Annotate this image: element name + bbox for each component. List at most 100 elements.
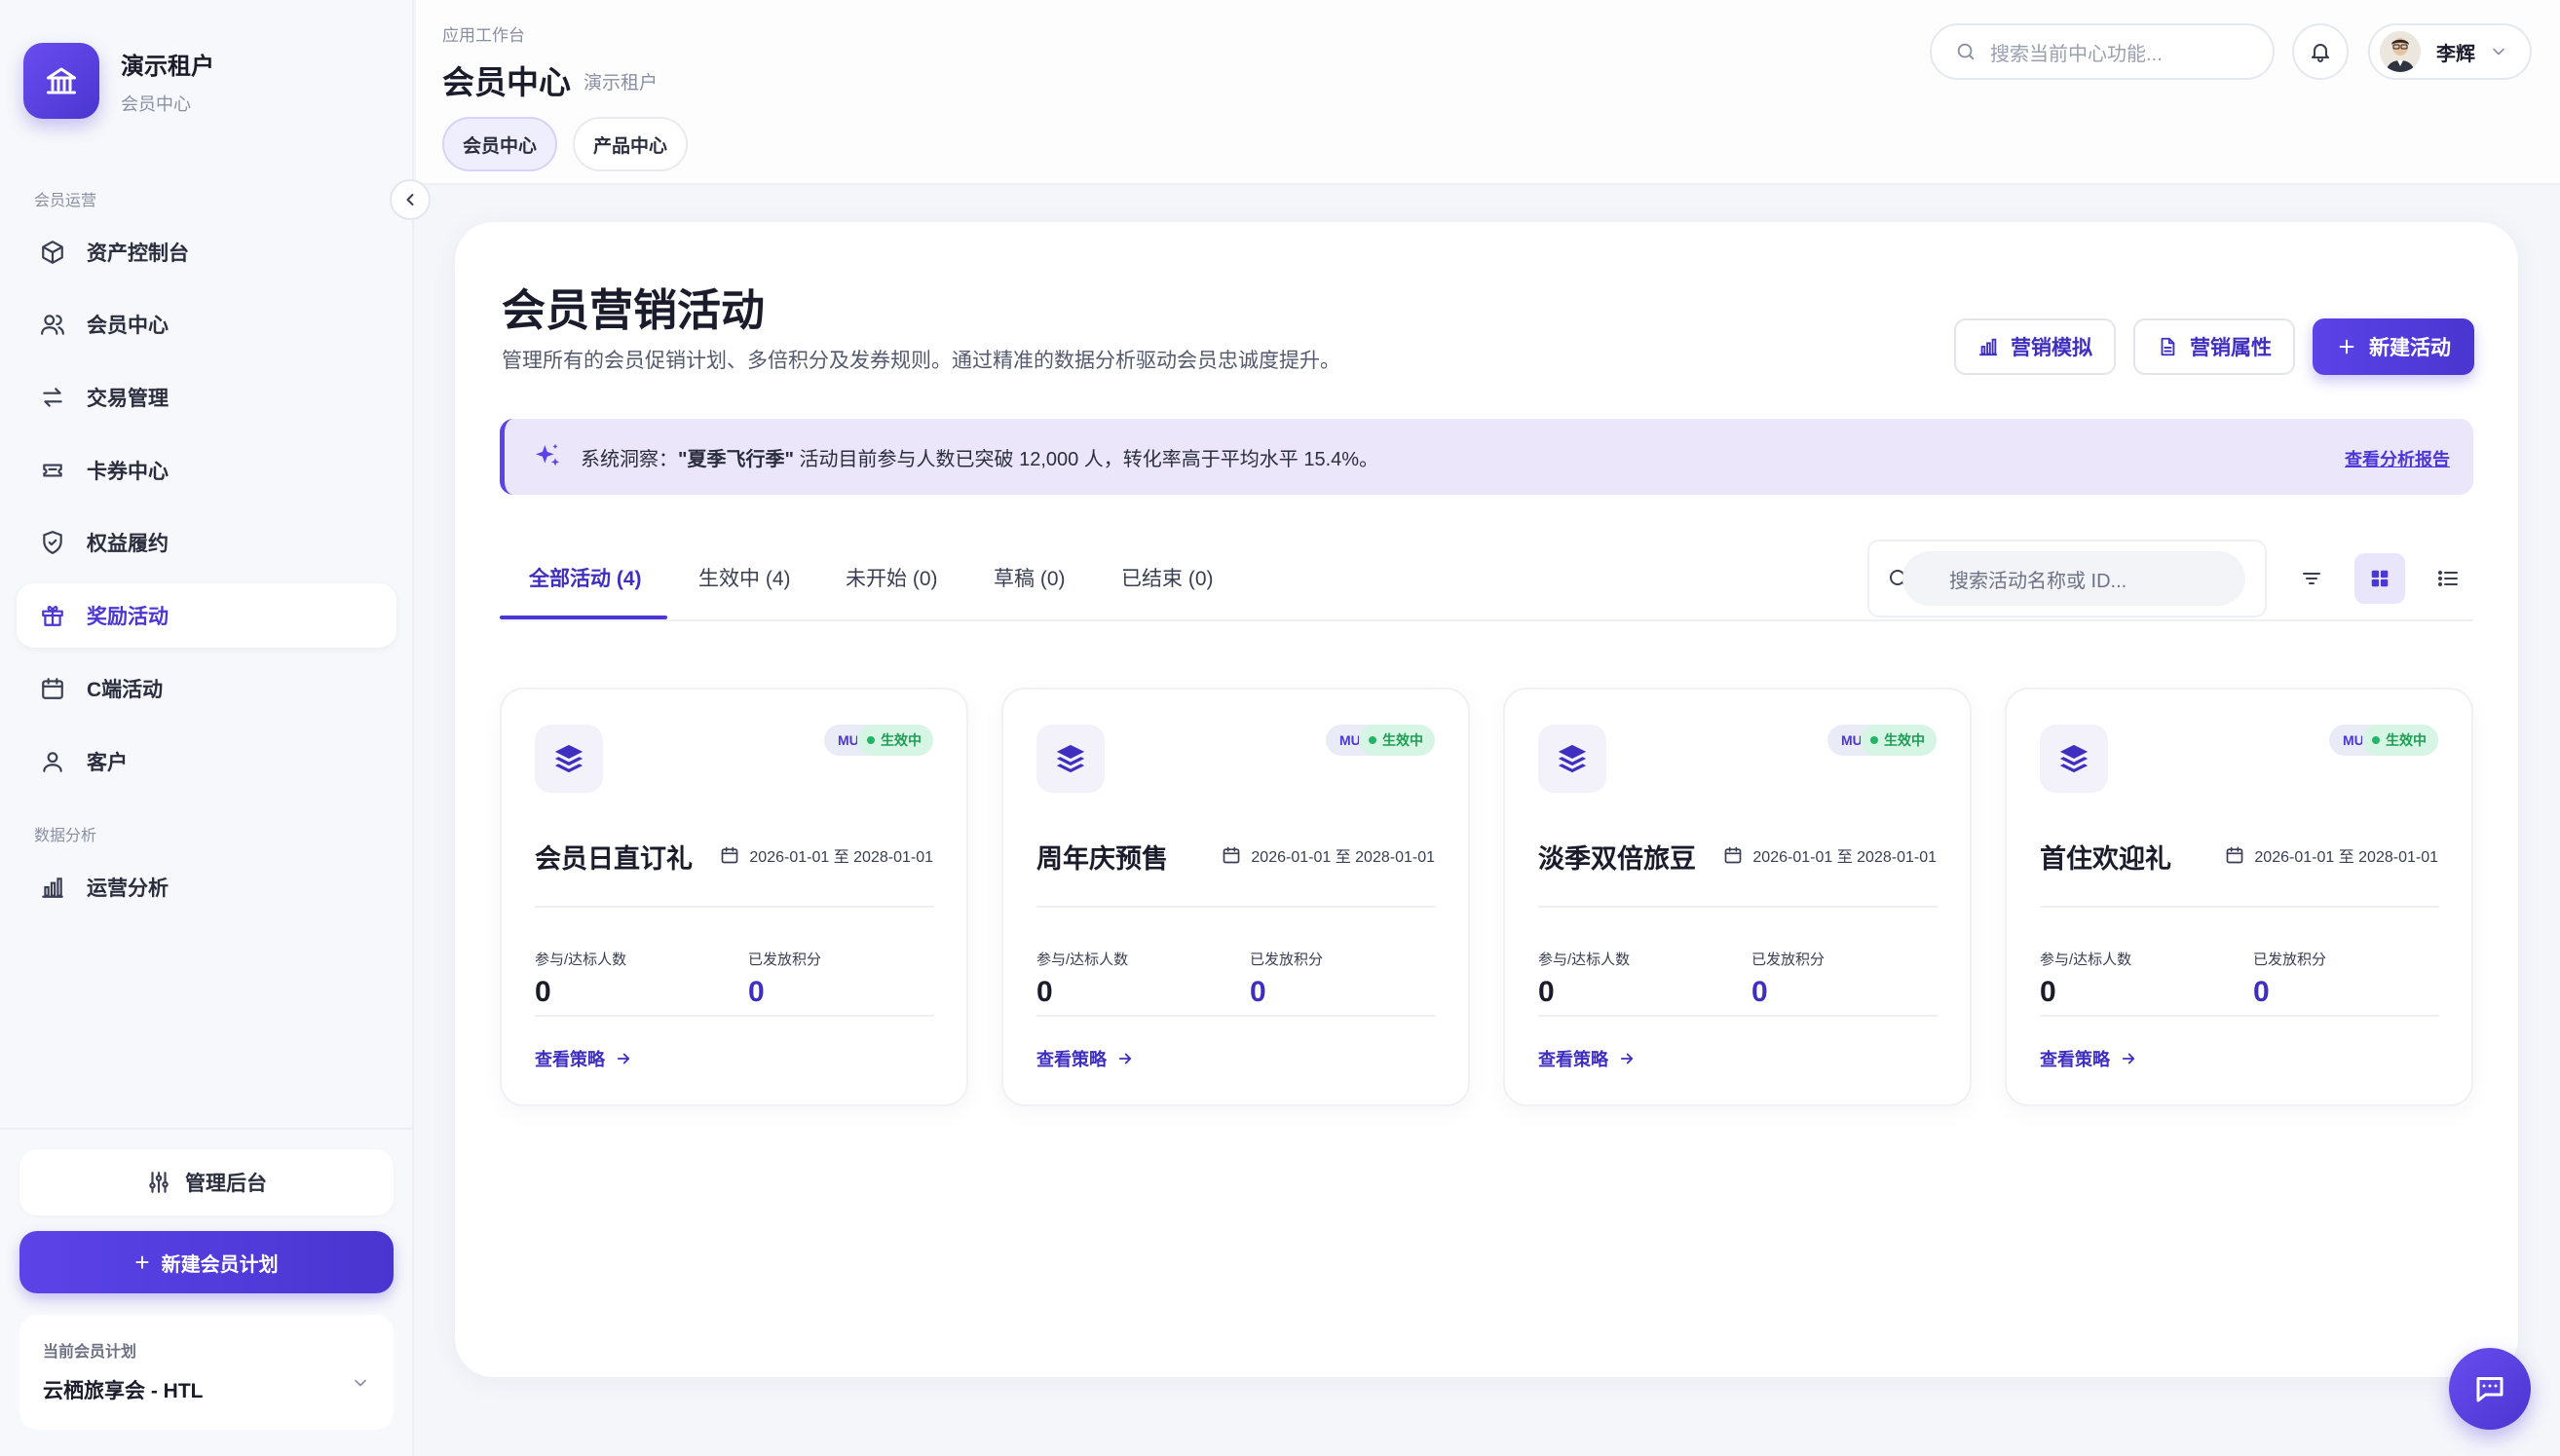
notifications-button[interactable] <box>2292 23 2349 80</box>
participants-value: 0 <box>2040 976 2056 1008</box>
activity-card[interactable]: MULTI 生效中 周年庆预售 2026-01-01 至 2028-01-01 参… <box>1001 688 1470 1106</box>
sidebar-divider <box>0 1128 414 1130</box>
marketing-simulation-label: 营销模拟 <box>2011 337 2092 359</box>
view-strategy-link[interactable]: 查看策略 <box>535 1046 632 1071</box>
divider <box>535 1015 934 1017</box>
chat-support-button[interactable] <box>2449 1348 2531 1430</box>
sidebar-item-label: 奖励活动 <box>87 606 169 628</box>
view-strategy-link[interactable]: 查看策略 <box>2040 1046 2137 1071</box>
activity-card[interactable]: MULTI 生效中 首住欢迎礼 2026-01-01 至 2028-01-01 参… <box>2005 688 2473 1106</box>
activity-card[interactable]: MULTI生效中 淡季双倍旅豆 2026-01-01 至 2028-01-01 … <box>1503 688 1972 1106</box>
status-text: 生效中 <box>881 732 922 748</box>
bar-chart-icon <box>1978 338 1998 356</box>
activity-search-placeholder: 搜索活动名称或 ID... <box>1949 570 2127 592</box>
sidebar-item-rewards[interactable]: 奖励活动 <box>17 583 396 648</box>
shield-check-icon <box>38 528 67 557</box>
tab-member-center[interactable]: 会员中心 <box>442 117 557 171</box>
view-strategy-link[interactable]: 查看策略 <box>1538 1046 1636 1071</box>
filter-tab-active[interactable]: 生效中 (4) <box>698 563 791 592</box>
status-badge: MULTI 生效中 <box>1326 725 1435 756</box>
brand-title: 演示租户 <box>121 53 214 80</box>
view-analysis-report-link[interactable]: 查看分析报告 <box>2345 446 2450 471</box>
filter-tab-all[interactable]: 全部活动 (4) <box>529 563 642 592</box>
arrow-right-icon <box>2122 1053 2135 1064</box>
bank-icon <box>23 43 99 119</box>
type-badge: MULTI <box>1339 732 1359 748</box>
bar-chart-icon <box>38 873 67 902</box>
new-member-plan-label: 新建会员计划 <box>161 1253 279 1276</box>
sidebar-item-member-center[interactable]: 会员中心 <box>17 292 396 356</box>
breadcrumb[interactable]: 应用工作台 <box>442 21 525 46</box>
sidebar-item-c-activities[interactable]: C端活动 <box>17 656 396 721</box>
status-text: 生效中 <box>1884 732 1925 748</box>
filter-tab-ended[interactable]: 已结束 (0) <box>1121 563 1214 592</box>
brand[interactable]: 演示租户 会员中心 <box>23 43 214 119</box>
list-view-button[interactable] <box>2423 553 2473 604</box>
divider <box>1036 906 1436 908</box>
participants-label: 参与/达标人数 <box>1538 952 1631 968</box>
points-issued-label: 已发放积分 <box>1751 952 1826 968</box>
sidebar-item-operations-analysis[interactable]: 运营分析 <box>17 855 396 919</box>
sidebar-item-asset-console[interactable]: 资产控制台 <box>17 220 396 284</box>
activity-name: 淡季双倍旅豆 <box>1538 844 1696 874</box>
sidebar-item-benefits[interactable]: 权益履约 <box>17 510 396 575</box>
calendar-icon <box>722 846 738 864</box>
new-member-plan-button[interactable]: + 新建会员计划 <box>19 1231 394 1293</box>
tabs-divider <box>500 619 2473 621</box>
sidebar-item-label: C端活动 <box>87 679 164 701</box>
filter-icon <box>2303 573 2320 584</box>
activity-date-range: 2026-01-01 至 2028-01-01 <box>1222 843 1435 867</box>
new-activity-button[interactable]: 新建活动 <box>2313 318 2474 375</box>
users-icon <box>38 310 67 339</box>
grid-view-button[interactable] <box>2354 553 2405 604</box>
points-issued-value: 0 <box>2253 976 2270 1008</box>
tab-product-center[interactable]: 产品中心 <box>573 117 688 171</box>
type-badge: MULTI <box>1841 732 1861 748</box>
top-header: 应用工作台 会员中心 演示租户 会员中心 产品中心 搜索当前中心功能... 李辉 <box>416 0 2560 185</box>
activity-card[interactable]: MULTI生效中 会员日直订礼 2026-01-01 至 2028-01-01 … <box>500 688 968 1106</box>
user-menu[interactable]: 李辉 <box>2368 23 2532 80</box>
section-description: 管理所有的会员促销计划、多倍积分及发券规则。通过精准的数据分析驱动会员忠诚度提升… <box>502 350 1340 372</box>
global-search-input[interactable]: 搜索当前中心功能... <box>1930 23 2275 80</box>
view-strategy-link[interactable]: 查看策略 <box>1036 1046 1134 1071</box>
marketing-attributes-label: 营销属性 <box>2190 337 2272 359</box>
marketing-attributes-button[interactable]: 营销属性 <box>2133 318 2295 375</box>
current-plan-selector[interactable]: 当前会员计划 云栖旅享会 - HTL <box>19 1315 394 1430</box>
chevron-left-icon <box>406 194 414 205</box>
status-badge: MULTI 生效中 <box>2329 725 2438 756</box>
insight-banner: 系统洞察："夏季飞行季" 活动目前参与人数已突破 12,000 人，转化率高于平… <box>500 419 2473 495</box>
filter-tab-draft[interactable]: 草稿 (0) <box>994 563 1066 592</box>
sidebar-item-customers[interactable]: 客户 <box>17 729 396 794</box>
divider <box>2040 906 2439 908</box>
participants-label: 参与/达标人数 <box>1036 952 1129 968</box>
status-text: 生效中 <box>1382 732 1423 748</box>
divider <box>2040 1015 2439 1017</box>
sliders-icon <box>149 1172 169 1193</box>
search-icon <box>1957 43 1975 60</box>
collapse-sidebar-button[interactable] <box>390 179 431 220</box>
sidebar-item-coupons[interactable]: 卡券中心 <box>17 438 396 503</box>
activity-name: 会员日直订礼 <box>535 844 693 874</box>
type-badge: MULTI <box>2343 732 2362 748</box>
main-panel: 会员营销活动 管理所有的会员促销计划、多倍积分及发券规则。通过精准的数据分析驱动… <box>455 222 2518 1377</box>
activity-name: 首住欢迎礼 <box>2040 844 2171 874</box>
calendar-icon <box>1725 846 1742 864</box>
activity-name: 周年庆预售 <box>1036 844 1168 874</box>
global-search-placeholder: 搜索当前中心功能... <box>1990 43 2163 65</box>
user-icon <box>38 747 67 776</box>
participants-label: 参与/达标人数 <box>535 952 627 968</box>
page-title-tenant: 演示租户 <box>584 73 659 93</box>
type-badge: MULTI <box>838 732 857 748</box>
activity-search-input[interactable]: 搜索活动名称或 ID... <box>1902 551 2245 606</box>
sidebar: 演示租户 会员中心 会员运营 资产控制台 会员中心 交易管理 卡券中心 权益履约… <box>0 0 414 1456</box>
layers-icon <box>2040 725 2108 793</box>
marketing-simulation-button[interactable]: 营销模拟 <box>1954 318 2116 375</box>
sidebar-item-label: 客户 <box>87 752 128 774</box>
arrow-right-icon <box>1118 1053 1132 1064</box>
filter-button[interactable] <box>2286 553 2337 604</box>
points-issued-value: 0 <box>1250 976 1266 1008</box>
grid-icon <box>2371 570 2389 587</box>
admin-console-button[interactable]: 管理后台 <box>19 1149 394 1215</box>
filter-tab-upcoming[interactable]: 未开始 (0) <box>846 563 938 592</box>
sidebar-item-transactions[interactable]: 交易管理 <box>17 365 396 429</box>
